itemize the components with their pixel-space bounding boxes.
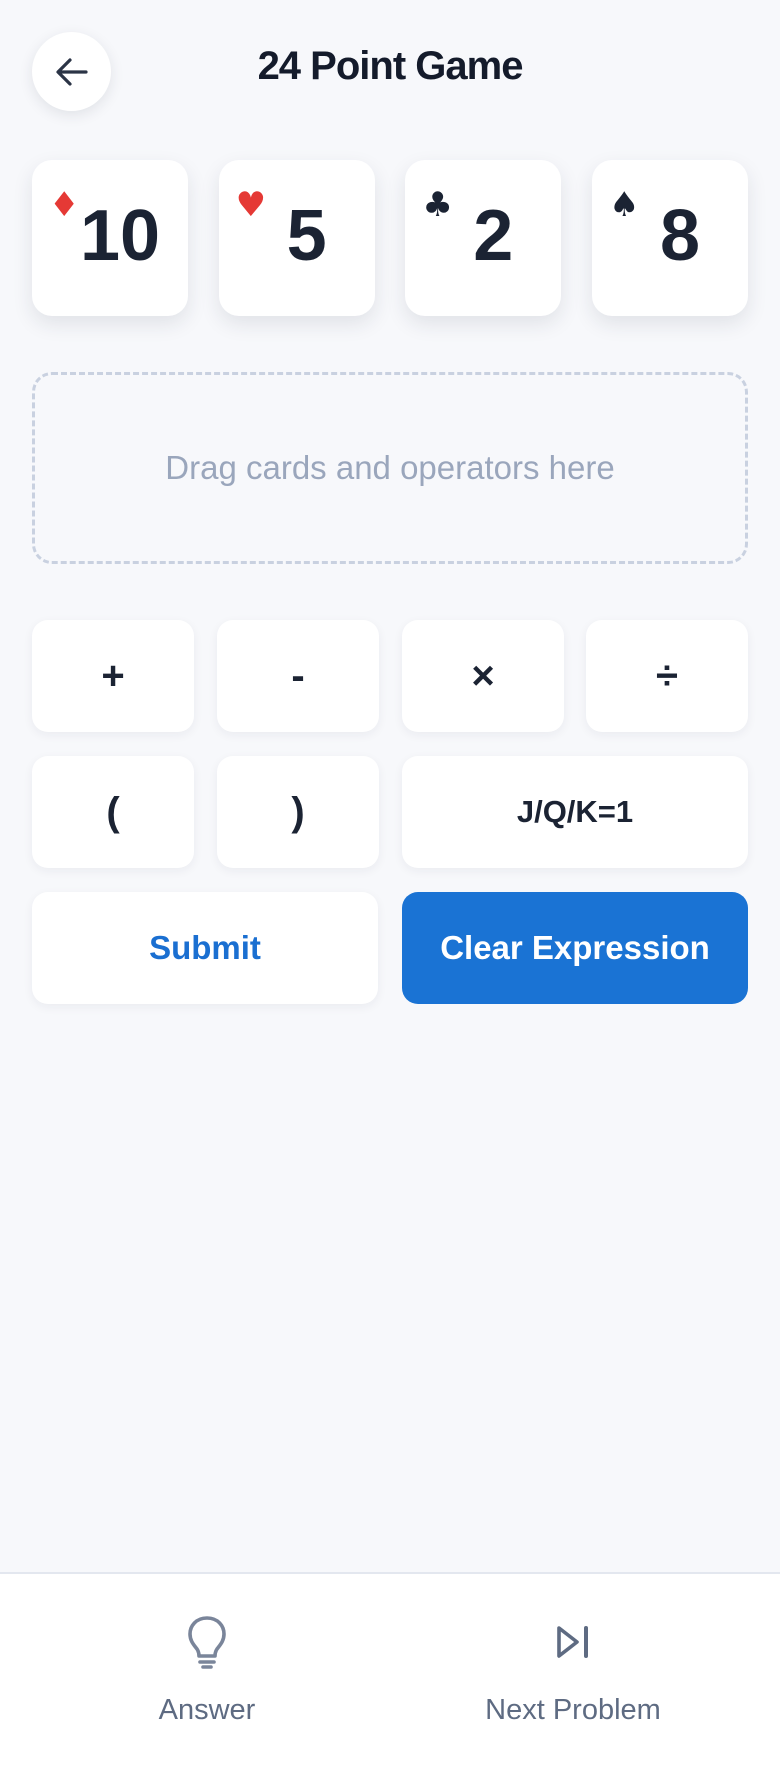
next-problem-label: Next Problem [485,1694,661,1726]
bottom-nav: Answer Next Problem [0,1572,780,1768]
card-rank: 10 [79,196,161,276]
submit-button[interactable]: Submit [32,892,378,1004]
clear-expression-button[interactable]: Clear Expression [402,892,748,1004]
card-rank: 8 [659,196,700,276]
face-card-rule-button[interactable]: J/Q/K=1 [402,756,748,868]
minus-button[interactable]: - [217,620,379,732]
lightbulb-icon [188,1616,226,1669]
card-rank: 5 [286,196,327,276]
close-paren-button[interactable]: ) [217,756,379,868]
card-heart-5[interactable]: ♥ 5 [218,160,375,316]
open-paren-button[interactable]: ( [32,756,194,868]
skip-next-icon [557,1626,588,1658]
expression-dropzone[interactable]: Drag cards and operators here [32,372,748,564]
card-rank: 2 [473,196,514,276]
page-title: 24 Point Game [257,44,524,88]
dropzone-placeholder: Drag cards and operators here [165,449,615,486]
card-club-2[interactable]: ♣ 2 [405,160,562,316]
next-problem-button[interactable]: Next Problem [423,1614,723,1734]
answer-label: Answer [158,1694,256,1726]
card-row: ♦ 10 ♥ 5 ♣ 2 ♠ 8 [32,160,748,316]
card-diamond-10[interactable]: ♦ 10 [32,160,188,316]
answer-button[interactable]: Answer [57,1614,357,1734]
card-spade-8[interactable]: ♠ 8 [591,160,748,316]
plus-button[interactable]: + [32,620,194,732]
divide-button[interactable]: ÷ [586,620,748,732]
multiply-button[interactable]: × [402,620,564,732]
game-screen: 24 Point Game ♦ 10 ♥ 5 ♣ 2 ♠ 8 Drag card… [0,0,780,1768]
